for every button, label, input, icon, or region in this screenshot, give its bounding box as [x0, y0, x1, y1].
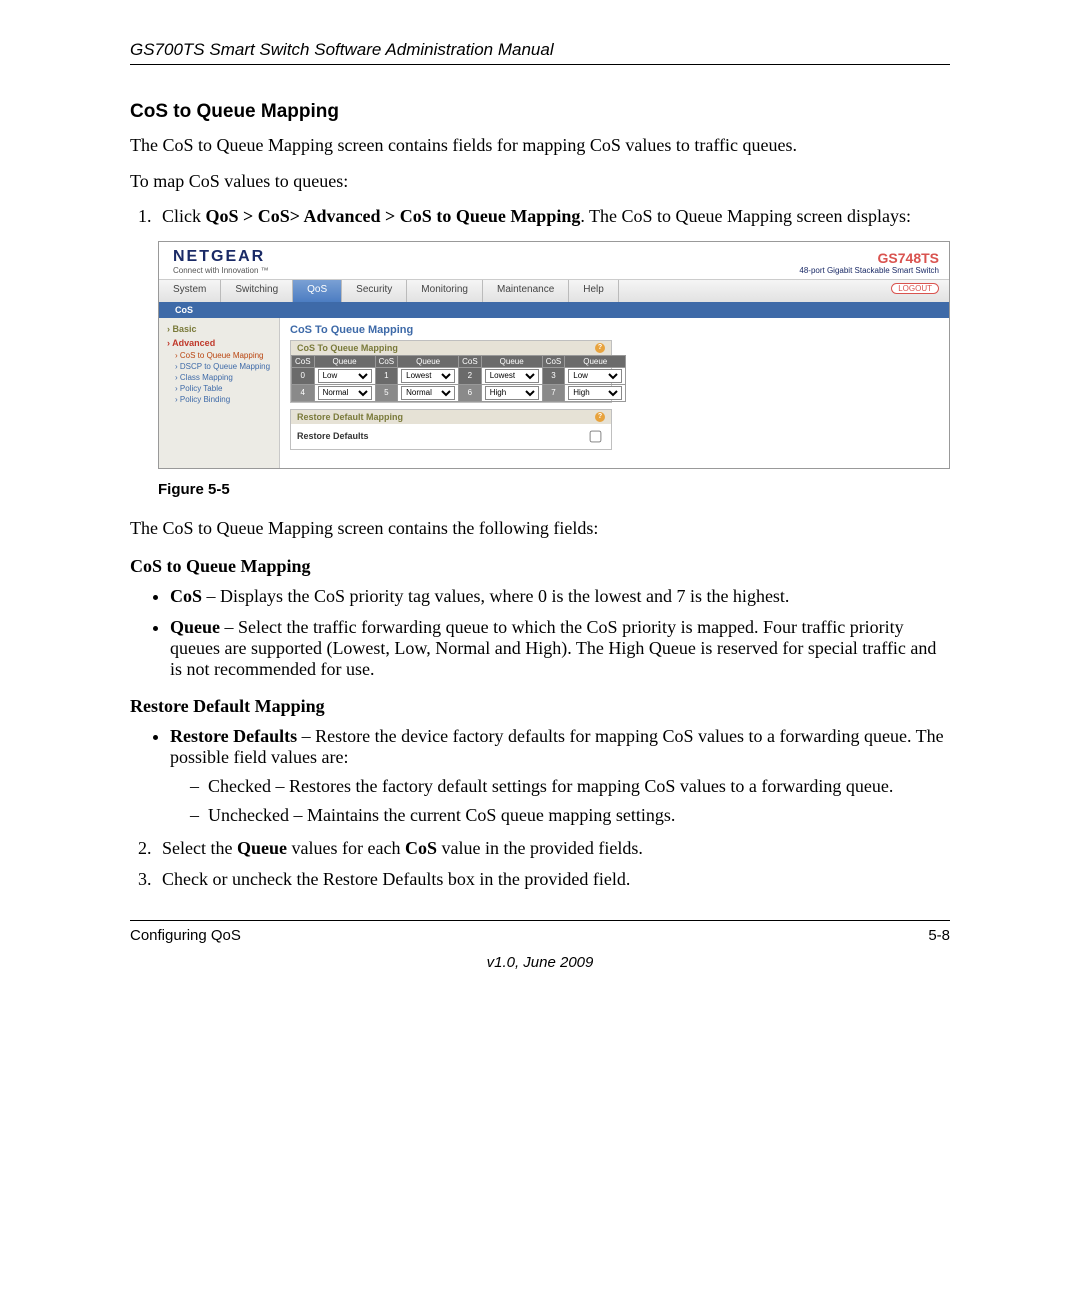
sidebar-group-advanced[interactable]: › Advanced — [159, 336, 279, 350]
subtab-cos[interactable]: CoS — [159, 302, 949, 318]
screenshot-tabs: System Switching QoS Security Monitoring… — [159, 279, 949, 302]
bullet-restore-defaults: Restore Defaults – Restore the device fa… — [170, 726, 950, 826]
cos-0-queue-select[interactable]: Low — [318, 369, 372, 383]
cos-0-label: 0 — [292, 367, 315, 384]
cos-2-queue-select[interactable]: Lowest — [485, 369, 539, 383]
figure-caption: Figure 5-5 — [158, 481, 950, 498]
screenshot-sidebar: › Basic › Advanced › CoS to Queue Mappin… — [159, 318, 280, 468]
help-icon[interactable]: ? — [595, 343, 605, 353]
cos-5-label: 5 — [375, 384, 398, 401]
sidebar-item-cos-to-queue[interactable]: › CoS to Queue Mapping — [159, 350, 279, 361]
tab-maintenance[interactable]: Maintenance — [483, 280, 569, 302]
screenshot-figure: NETGEAR Connect with Innovation ™ GS748T… — [158, 241, 950, 469]
cos-2-label: 2 — [459, 367, 482, 384]
cos-1-label: 1 — [375, 367, 398, 384]
footer-center: v1.0, June 2009 — [130, 954, 950, 971]
after-figure-text: The CoS to Queue Mapping screen contains… — [130, 516, 950, 540]
cos-7-label: 7 — [542, 384, 565, 401]
brand-tagline: Connect with Innovation ™ — [173, 266, 269, 275]
footer-right: 5-8 — [928, 927, 950, 944]
cos-6-queue-select[interactable]: High — [485, 386, 539, 400]
cos-mapping-table: CoSQueue CoSQueue CoSQueue CoSQueue 0 Lo… — [291, 355, 626, 402]
screenshot-main-title: CoS To Queue Mapping — [290, 324, 939, 336]
tab-qos[interactable]: QoS — [293, 280, 342, 302]
cos-1-queue-select[interactable]: Lowest — [401, 369, 455, 383]
sidebar-group-basic[interactable]: › Basic — [159, 322, 279, 336]
sidebar-item-policy-binding[interactable]: › Policy Binding — [159, 394, 279, 405]
logout-button[interactable]: LOGOUT — [891, 283, 939, 294]
panel-restore-defaults: Restore Default Mapping ? Restore Defaul… — [290, 409, 612, 450]
tab-switching[interactable]: Switching — [221, 280, 293, 302]
sidebar-item-dscp-to-queue[interactable]: › DSCP to Queue Mapping — [159, 361, 279, 372]
section-title: CoS to Queue Mapping — [130, 101, 950, 123]
cos-7-queue-select[interactable]: High — [568, 386, 622, 400]
tab-help[interactable]: Help — [569, 280, 619, 302]
sidebar-item-class-mapping[interactable]: › Class Mapping — [159, 372, 279, 383]
step-2: Select the Queue values for each CoS val… — [156, 838, 950, 859]
help-icon[interactable]: ? — [595, 412, 605, 422]
tab-security[interactable]: Security — [342, 280, 407, 302]
footer-left: Configuring QoS — [130, 927, 241, 944]
dash-checked: Checked – Restores the factory default s… — [190, 776, 950, 797]
subhead-cos-mapping: CoS to Queue Mapping — [130, 554, 950, 578]
bullet-queue: Queue – Select the traffic forwarding qu… — [170, 617, 950, 680]
dash-unchecked: Unchecked – Maintains the current CoS qu… — [190, 805, 950, 826]
tab-monitoring[interactable]: Monitoring — [407, 280, 483, 302]
step-1: Click QoS > CoS> Advanced > CoS to Queue… — [156, 206, 950, 227]
cos-3-label: 3 — [542, 367, 565, 384]
product-name: GS748TS — [799, 250, 939, 266]
restore-defaults-label: Restore Defaults — [291, 424, 522, 449]
brand-logo: NETGEAR — [173, 248, 269, 266]
cos-4-label: 4 — [292, 384, 315, 401]
cos-3-queue-select[interactable]: Low — [568, 369, 622, 383]
header-rule — [130, 64, 950, 65]
intro-paragraph-2: To map CoS values to queues: — [130, 169, 950, 193]
page-header: GS700TS Smart Switch Software Administra… — [130, 40, 950, 60]
subhead-restore-default: Restore Default Mapping — [130, 694, 950, 718]
panel-restore-title: Restore Default Mapping — [297, 412, 403, 422]
tab-system[interactable]: System — [159, 280, 221, 302]
product-subtitle: 48-port Gigabit Stackable Smart Switch — [799, 266, 939, 275]
screenshot-topbar: NETGEAR Connect with Innovation ™ GS748T… — [159, 242, 949, 279]
intro-paragraph-1: The CoS to Queue Mapping screen contains… — [130, 133, 950, 157]
bullet-cos: CoS – Displays the CoS priority tag valu… — [170, 586, 950, 607]
restore-defaults-checkbox[interactable] — [590, 430, 602, 442]
cos-4-queue-select[interactable]: Normal — [318, 386, 372, 400]
cos-6-label: 6 — [459, 384, 482, 401]
step-3: Check or uncheck the Restore Defaults bo… — [156, 869, 950, 890]
panel-cos-mapping-title: CoS To Queue Mapping — [297, 343, 398, 353]
cos-5-queue-select[interactable]: Normal — [401, 386, 455, 400]
sidebar-item-policy-table[interactable]: › Policy Table — [159, 383, 279, 394]
panel-cos-mapping: CoS To Queue Mapping ? CoSQueue CoSQueue… — [290, 340, 612, 403]
footer-rule — [130, 920, 950, 921]
